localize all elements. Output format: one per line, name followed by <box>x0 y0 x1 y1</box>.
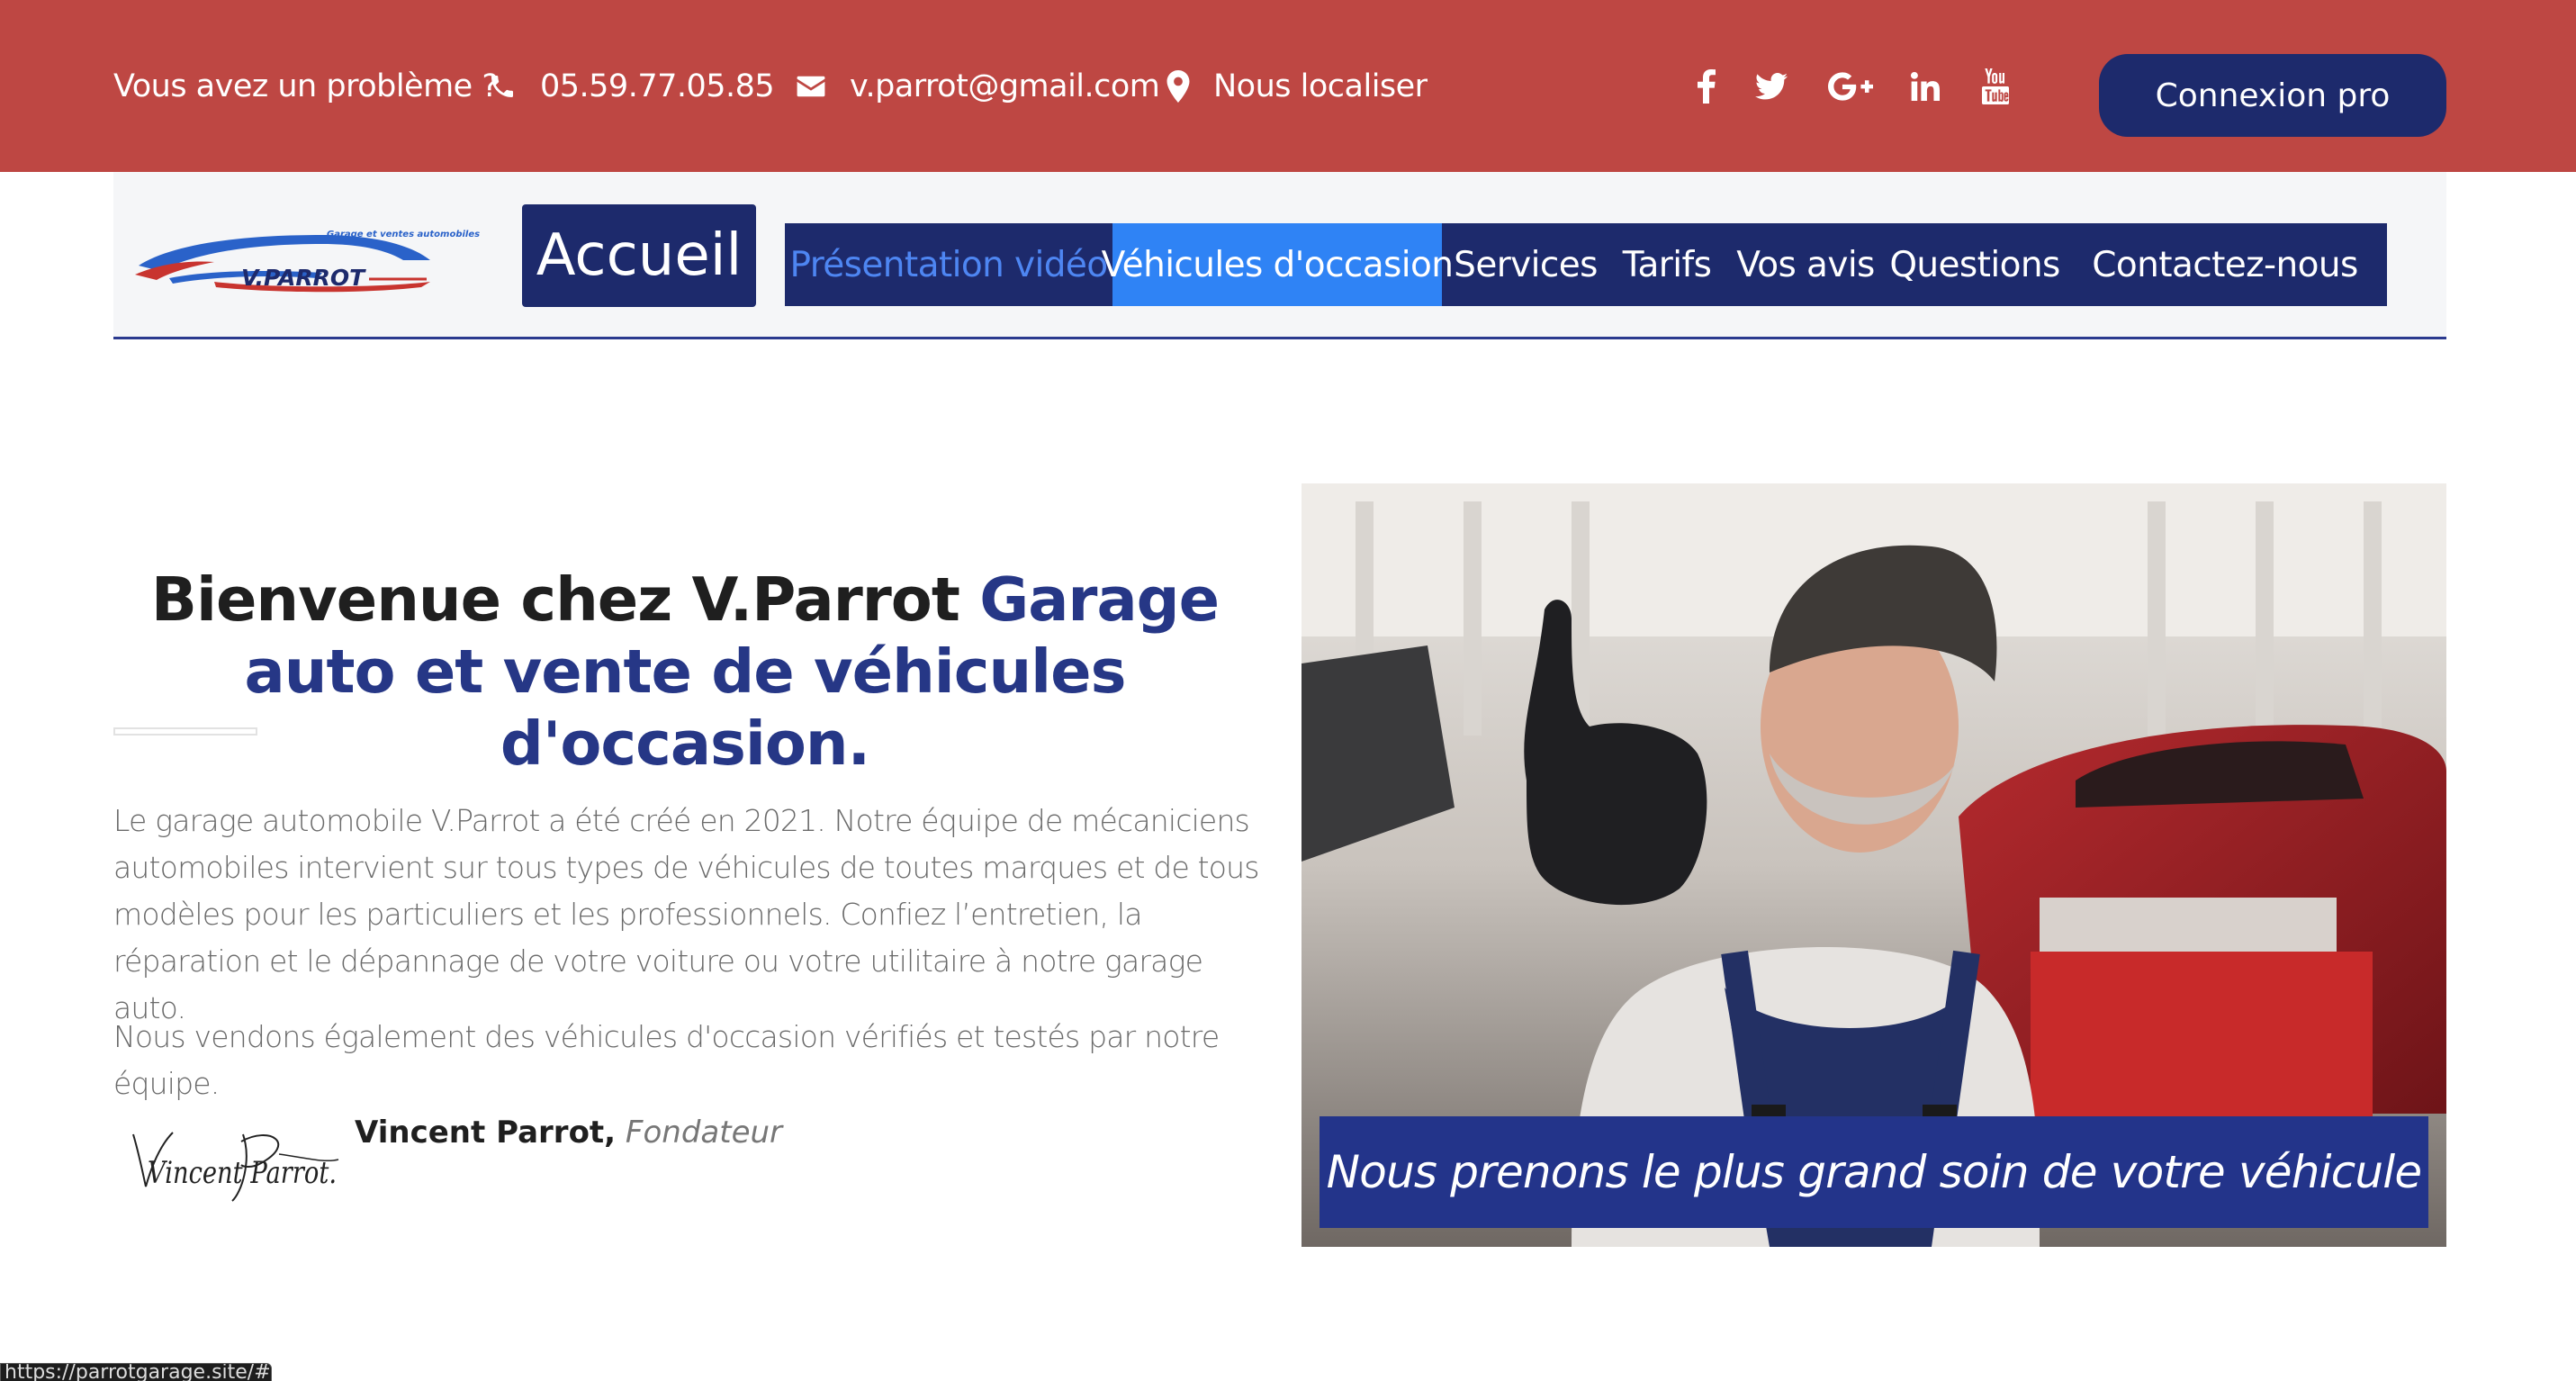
intro-paragraph: Le garage automobile V.Parrot a été créé… <box>113 803 1260 1025</box>
locate-link[interactable]: Nous localiser <box>1166 65 1428 108</box>
photo-caption: Nous prenons le plus grand soin de votre… <box>1320 1116 2428 1228</box>
founder-credit: Vincent Parrot, Fondateur <box>355 1115 782 1151</box>
pro-login-button[interactable]: Connexion pro <box>2099 54 2446 137</box>
phone-text: 05.59.77.05.85 <box>540 68 775 104</box>
nav-item-tarifs[interactable]: Tarifs <box>1609 223 1725 306</box>
sales-paragraph: Nous vendons également des véhicules d'o… <box>113 1019 1220 1101</box>
nav-item-contactez-nous[interactable]: Contactez-nous <box>2063 223 2387 306</box>
founder-signature: Vincent Parrot. <box>126 1107 342 1206</box>
nav-item-services[interactable]: Services <box>1442 223 1609 306</box>
nav-item-presentation-video[interactable]: Présentation vidéo <box>785 223 1112 306</box>
nav-item-questions[interactable]: Questions <box>1887 223 2063 306</box>
logo-brand: V.PARROT <box>241 265 366 291</box>
signature-text: Vincent Parrot. <box>148 1155 337 1191</box>
founder-role: Fondateur <box>625 1115 783 1151</box>
twitter-icon[interactable] <box>1753 63 1789 110</box>
founder-name: Vincent Parrot, <box>355 1115 617 1151</box>
email-text: v.parrot@gmail.com <box>850 68 1160 104</box>
status-url-tooltip: https://parrotgarage.site/# <box>0 1363 272 1381</box>
logo-tagline: Garage et ventes automobiles <box>327 230 480 239</box>
locate-text: Nous localiser <box>1213 68 1428 104</box>
page-title: Bienvenue chez V.Parrot Garage auto et v… <box>113 564 1256 780</box>
google-plus-icon[interactable] <box>1827 63 1874 110</box>
nav-item-vos-avis[interactable]: Vos avis <box>1725 223 1887 306</box>
youtube-icon[interactable] <box>1980 63 2011 110</box>
main-navigation: Garage et ventes automobiles V.PARROT Ac… <box>113 172 2446 339</box>
title-dark-part: Bienvenue chez V.Parrot <box>150 564 960 635</box>
problem-text: Vous avez un problème ? <box>113 68 499 104</box>
nav-menu: Présentation vidéo Véhicules d'occasion … <box>785 223 2387 306</box>
problem-label: Vous avez un problème ? <box>113 65 499 108</box>
nav-item-vehicules-occasion[interactable]: Véhicules d'occasion <box>1102 223 1454 306</box>
facebook-icon[interactable] <box>1692 63 1721 110</box>
linkedin-icon[interactable] <box>1910 63 1941 110</box>
top-bar: Vous avez un problème ? 05.59.77.05.85 v… <box>0 0 2576 172</box>
email-link[interactable]: v.parrot@gmail.com <box>796 65 1160 108</box>
map-pin-icon <box>1166 70 1190 103</box>
nav-home-button[interactable]: Accueil <box>522 204 756 307</box>
phone-icon <box>488 72 517 101</box>
title-divider <box>113 727 257 736</box>
phone-link[interactable]: 05.59.77.05.85 <box>488 65 775 108</box>
envelope-icon <box>796 74 826 99</box>
